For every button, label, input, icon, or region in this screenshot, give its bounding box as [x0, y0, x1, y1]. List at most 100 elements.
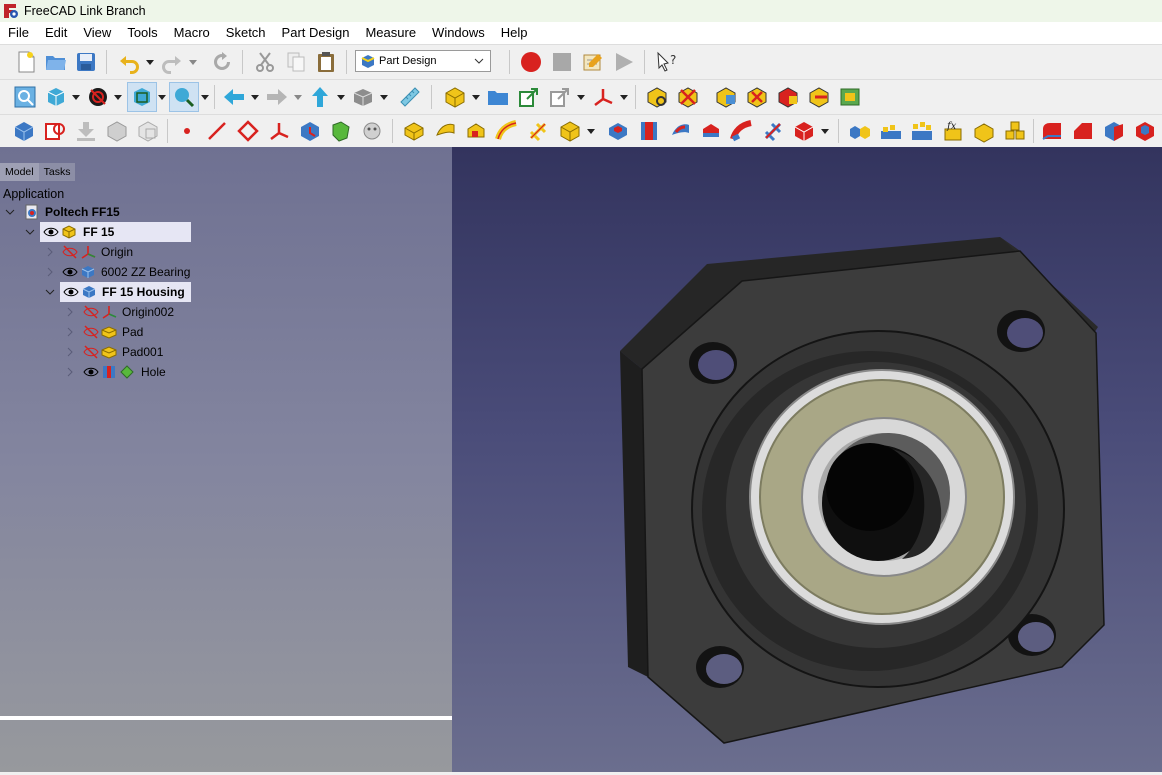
subtractive-pipe-icon[interactable] — [730, 119, 754, 143]
bounding-box-icon[interactable] — [127, 82, 157, 112]
tree-item-bearing[interactable]: 6002 ZZ Bearing — [62, 262, 190, 282]
multi-transform-icon[interactable]: fx — [941, 119, 965, 143]
chevron-right-icon[interactable] — [65, 347, 75, 357]
chevron-down-icon[interactable] — [5, 207, 15, 217]
tab-model[interactable]: Model — [0, 163, 39, 181]
thickness-icon[interactable] — [1133, 119, 1157, 143]
chevron-right-icon[interactable] — [65, 307, 75, 317]
menu-help[interactable]: Help — [493, 22, 536, 44]
menu-edit[interactable]: Edit — [37, 22, 75, 44]
shape-binder-icon[interactable] — [298, 119, 322, 143]
record-macro-icon[interactable] — [519, 50, 543, 74]
scaled-icon[interactable] — [972, 119, 996, 143]
pocket-icon[interactable] — [606, 119, 630, 143]
stop-macro-icon[interactable] — [550, 50, 574, 74]
link-actions-icon[interactable] — [548, 85, 572, 109]
selection-tool-1-icon[interactable] — [714, 85, 738, 109]
additive-primitive-icon[interactable] — [558, 119, 582, 143]
select-filter-icon[interactable] — [645, 85, 669, 109]
draft-icon[interactable] — [1102, 119, 1126, 143]
measure-ruler-icon[interactable] — [398, 85, 422, 109]
workbench-selector[interactable]: Part Design — [355, 50, 491, 72]
selection-tool-5-icon[interactable] — [838, 85, 862, 109]
macro-editor-icon[interactable] — [581, 50, 605, 74]
view-dropdown-icon[interactable] — [71, 85, 81, 109]
copy-icon[interactable] — [284, 50, 308, 74]
cut-icon[interactable] — [253, 50, 277, 74]
selection-tool-3-icon[interactable] — [776, 85, 800, 109]
coordinate-system-icon[interactable] — [591, 85, 615, 109]
arrow-left-icon[interactable] — [222, 85, 246, 109]
additive-primitive-dropdown-icon[interactable] — [586, 119, 596, 143]
eye-icon[interactable] — [62, 264, 78, 280]
sub-shape-binder-icon[interactable] — [329, 119, 353, 143]
new-document-icon[interactable] — [14, 50, 38, 74]
bounding-box-dropdown-icon[interactable] — [157, 85, 167, 109]
menu-part-design[interactable]: Part Design — [274, 22, 358, 44]
additive-loft-icon[interactable] — [464, 119, 488, 143]
linear-pattern-icon[interactable] — [879, 119, 903, 143]
menu-windows[interactable]: Windows — [424, 22, 493, 44]
additive-helix-icon[interactable] — [526, 119, 550, 143]
eye-icon[interactable] — [43, 224, 59, 240]
menu-measure[interactable]: Measure — [357, 22, 424, 44]
refresh-icon[interactable] — [210, 50, 234, 74]
fillet-icon[interactable] — [1040, 119, 1064, 143]
eye-icon[interactable] — [63, 284, 79, 300]
hole-icon[interactable] — [637, 119, 661, 143]
panel-splitter[interactable] — [0, 716, 452, 720]
menu-view[interactable]: View — [75, 22, 119, 44]
tree-item-body[interactable]: FF 15 — [40, 222, 191, 242]
fit-all-icon[interactable] — [13, 85, 37, 109]
tree-item-pad[interactable]: Pad — [83, 322, 143, 342]
save-icon[interactable] — [74, 50, 98, 74]
chevron-down-icon[interactable] — [25, 227, 35, 237]
make-link-icon[interactable] — [517, 85, 541, 109]
create-sketch-icon[interactable] — [43, 119, 67, 143]
zoom-icon[interactable] — [169, 82, 199, 112]
tab-tasks[interactable]: Tasks — [38, 163, 76, 181]
draw-style-dropdown-icon[interactable] — [113, 85, 123, 109]
subtractive-loft-icon[interactable] — [699, 119, 723, 143]
create-body-icon[interactable] — [12, 119, 36, 143]
eye-hidden-icon[interactable] — [83, 304, 99, 320]
menu-macro[interactable]: Macro — [166, 22, 218, 44]
chevron-down-icon[interactable] — [45, 287, 55, 297]
open-folder-icon[interactable] — [44, 50, 68, 74]
subtractive-primitive-icon[interactable] — [792, 119, 816, 143]
chevron-right-icon[interactable] — [45, 267, 55, 277]
menu-file[interactable]: File — [0, 22, 37, 44]
redo-dropdown-icon[interactable] — [188, 50, 198, 74]
chevron-right-icon[interactable] — [45, 247, 55, 257]
create-group-icon[interactable] — [486, 85, 510, 109]
tree-item-housing[interactable]: FF 15 Housing — [60, 282, 191, 302]
tree-item-hole[interactable]: Hole — [83, 362, 166, 382]
datum-line-icon[interactable] — [205, 119, 229, 143]
validate-sketch-icon[interactable] — [74, 119, 98, 143]
clone-body-icon[interactable] — [360, 119, 384, 143]
create-part-dropdown-icon[interactable] — [471, 85, 481, 109]
chevron-right-icon[interactable] — [65, 367, 75, 377]
back-dropdown-icon[interactable] — [250, 85, 260, 109]
tree-item-origin002[interactable]: Origin002 — [83, 302, 174, 322]
coordinate-system-dropdown-icon[interactable] — [619, 85, 629, 109]
3d-viewport[interactable] — [452, 147, 1162, 772]
redo-icon[interactable] — [160, 50, 184, 74]
menu-tools[interactable]: Tools — [119, 22, 165, 44]
up-dropdown-icon[interactable] — [336, 85, 346, 109]
tree-item-document[interactable]: Poltech FF15 — [24, 202, 120, 222]
execute-macro-icon[interactable] — [612, 50, 636, 74]
zoom-dropdown-icon[interactable] — [200, 85, 210, 109]
multi-pattern-icon[interactable] — [1003, 119, 1027, 143]
paste-icon[interactable] — [314, 50, 338, 74]
map-sketch-icon[interactable] — [105, 119, 129, 143]
datum-point-icon[interactable] — [175, 119, 199, 143]
draw-style-icon[interactable] — [86, 85, 110, 109]
eye-hidden-icon[interactable] — [83, 344, 99, 360]
selection-tool-2-icon[interactable] — [745, 85, 769, 109]
tree-item-origin[interactable]: Origin — [62, 242, 133, 262]
chevron-right-icon[interactable] — [65, 327, 75, 337]
isometric-view-icon[interactable] — [44, 85, 68, 109]
eye-icon[interactable] — [83, 364, 99, 380]
mirrored-icon[interactable] — [848, 119, 872, 143]
